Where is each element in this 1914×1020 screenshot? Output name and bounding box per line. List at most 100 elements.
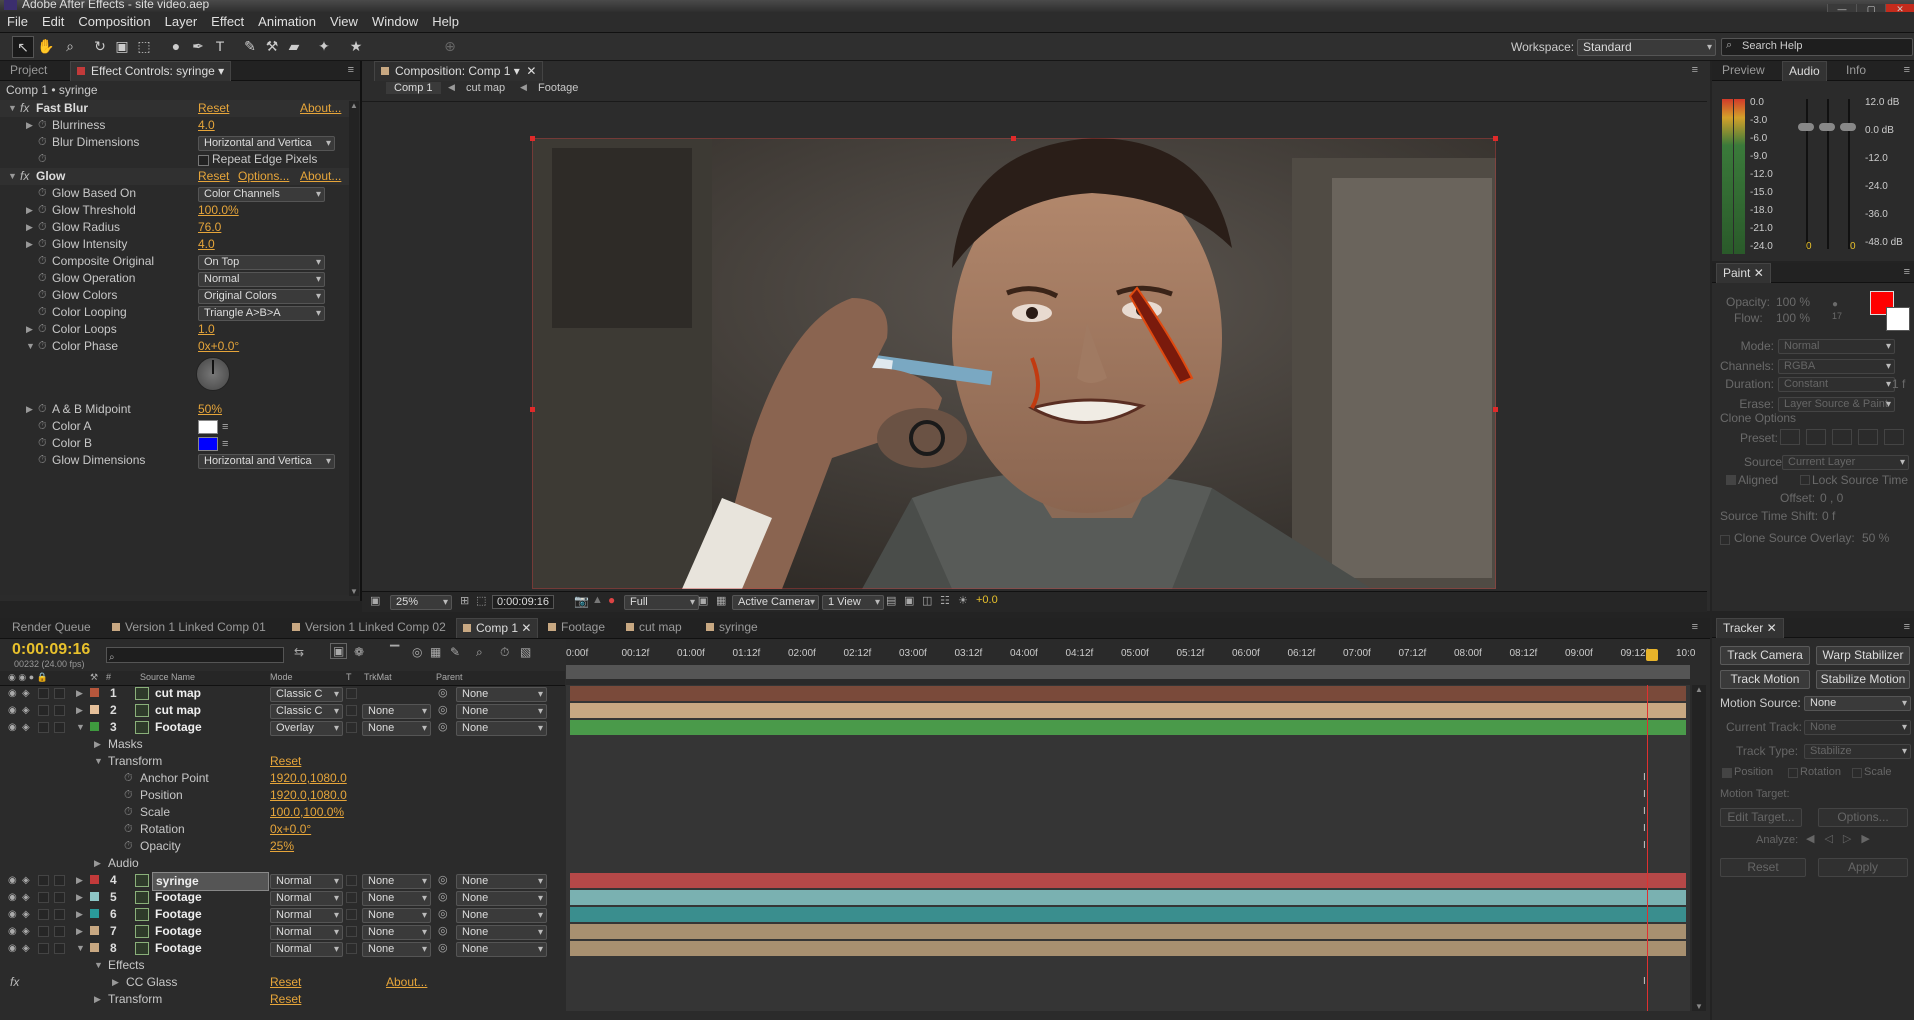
paint-row-dropdown[interactable]: RGBA bbox=[1778, 359, 1895, 374]
transform-handle[interactable] bbox=[1493, 136, 1498, 141]
color-phase-dial[interactable] bbox=[196, 357, 230, 391]
clone-stamp-tool-icon[interactable]: ⚒ bbox=[262, 36, 282, 56]
effects-group-row[interactable]: ▼ Effects bbox=[0, 957, 565, 974]
timeline-tab[interactable]: Version 1 Linked Comp 02 bbox=[286, 618, 452, 637]
rotation-checkbox[interactable] bbox=[1788, 768, 1798, 778]
pickwhip-icon[interactable]: ◎ bbox=[438, 889, 448, 906]
tab-tracker[interactable]: Tracker ✕ bbox=[1716, 618, 1784, 638]
prop-dropdown[interactable]: Horizontal and Vertica bbox=[198, 454, 335, 469]
blend-mode-dropdown[interactable]: Overlay bbox=[270, 721, 343, 736]
blend-mode-dropdown[interactable]: Normal bbox=[270, 925, 343, 940]
col-mode[interactable]: Mode bbox=[270, 672, 293, 682]
solo-switch[interactable] bbox=[38, 926, 49, 937]
menu-composition[interactable]: Composition bbox=[71, 12, 157, 31]
timeline-search-input[interactable]: ⌕ bbox=[106, 647, 284, 663]
layer-duration-bar[interactable] bbox=[570, 924, 1686, 939]
current-track-dropdown[interactable]: None bbox=[1804, 720, 1911, 735]
selection-tool-icon[interactable]: ↖ bbox=[12, 36, 34, 58]
track-type-dropdown[interactable]: Stabilize bbox=[1804, 744, 1911, 759]
prop-value[interactable]: 4.0 bbox=[198, 117, 215, 134]
effect-glow[interactable]: ▼ fx Glow Reset Options... About... bbox=[0, 168, 356, 185]
graph-icon[interactable]: ▧ bbox=[520, 645, 531, 659]
layer-name[interactable]: Footage bbox=[152, 923, 267, 940]
auto-keyframe-icon[interactable]: ✎ bbox=[450, 645, 460, 659]
audio-speaker-icon[interactable]: ◈ bbox=[22, 940, 30, 957]
audio-speaker-icon[interactable]: ◈ bbox=[22, 685, 30, 702]
transform-handle[interactable] bbox=[530, 136, 535, 141]
visibility-eye-icon[interactable]: ◉ bbox=[8, 906, 17, 923]
audio-speaker-icon[interactable]: ◈ bbox=[22, 702, 30, 719]
solo-switch[interactable] bbox=[38, 705, 49, 716]
prop-value[interactable]: 4.0 bbox=[198, 236, 215, 253]
stopwatch-icon[interactable]: ⏱ bbox=[38, 418, 47, 435]
tab-composition[interactable]: Composition: Comp 1 ▾ ✕ bbox=[374, 61, 544, 81]
transform-reset-link[interactable]: Reset bbox=[270, 991, 301, 1008]
transform-handle[interactable] bbox=[530, 407, 535, 412]
scale-checkbox[interactable] bbox=[1852, 768, 1862, 778]
property-value[interactable]: 0x+0.0° bbox=[270, 821, 311, 838]
options-link[interactable]: Options... bbox=[238, 168, 289, 185]
trkmat-dropdown[interactable]: None bbox=[362, 908, 431, 923]
layer-duration-bar[interactable] bbox=[570, 720, 1686, 735]
preserve-transparency[interactable] bbox=[346, 892, 357, 903]
pickwhip-icon[interactable]: ◎ bbox=[438, 702, 448, 719]
work-area-bar[interactable] bbox=[566, 665, 1690, 679]
about-link[interactable]: About... bbox=[300, 100, 341, 117]
comp-mini-flowchart-icon[interactable]: ⇆ bbox=[294, 645, 304, 659]
reset-link[interactable]: Reset bbox=[198, 168, 229, 185]
stopwatch-icon[interactable]: ⏱ bbox=[38, 253, 47, 270]
stopwatch-icon[interactable]: ⏱ bbox=[38, 202, 47, 219]
visibility-eye-icon[interactable]: ◉ bbox=[8, 719, 17, 736]
audio-slider-track[interactable] bbox=[1806, 99, 1808, 249]
tracker-reset-button[interactable]: Reset bbox=[1720, 858, 1806, 877]
layer-duration-bar[interactable] bbox=[570, 907, 1686, 922]
puppet-tool-icon[interactable]: ★ bbox=[346, 36, 366, 56]
keyframe-marker[interactable]: I bbox=[1643, 840, 1646, 851]
trkmat-dropdown[interactable]: None bbox=[362, 704, 431, 719]
pan-behind-tool-icon[interactable]: ⬚ bbox=[134, 36, 154, 56]
stopwatch-icon[interactable]: ⏱ bbox=[38, 321, 47, 338]
trkmat-dropdown[interactable]: None bbox=[362, 942, 431, 957]
layer-row[interactable]: ◉◈▼8FootageNormalNone◎None bbox=[0, 940, 565, 957]
rotate-tool-icon[interactable]: ↻ bbox=[90, 36, 110, 56]
layer-duration-bar[interactable] bbox=[570, 686, 1686, 701]
maximize-button[interactable]: ▢ bbox=[1856, 4, 1885, 12]
stopwatch-icon[interactable]: ⏱ bbox=[38, 236, 47, 253]
breadcrumb-comp1[interactable]: Comp 1 bbox=[386, 82, 441, 94]
tracker-options-button[interactable]: Options... bbox=[1818, 808, 1908, 827]
menu-help[interactable]: Help bbox=[425, 12, 466, 31]
visibility-eye-icon[interactable]: ◉ bbox=[8, 923, 17, 940]
tracker-apply-button[interactable]: Apply bbox=[1818, 858, 1908, 877]
stopwatch-icon[interactable]: ⏱ bbox=[38, 338, 47, 355]
layer-name[interactable]: Footage bbox=[152, 719, 267, 736]
lock-source-checkbox[interactable] bbox=[1800, 475, 1810, 485]
layer-row[interactable]: ◉◈▶5FootageNormalNone◎None bbox=[0, 889, 565, 906]
menu-window[interactable]: Window bbox=[365, 12, 425, 31]
trkmat-dropdown[interactable]: None bbox=[362, 721, 431, 736]
lock-switch[interactable] bbox=[54, 909, 65, 920]
safe-margins-icon[interactable]: ⊞ bbox=[460, 594, 469, 607]
exposure-value[interactable]: +0.0 bbox=[976, 594, 998, 606]
prop-value[interactable]: 100.0% bbox=[198, 202, 239, 219]
property-value[interactable]: 100.0,100.0% bbox=[270, 804, 344, 821]
timeline-scrollbar[interactable]: ▲ ▼ bbox=[1692, 685, 1706, 1011]
flow-value[interactable]: 100 % bbox=[1776, 311, 1810, 325]
parent-dropdown[interactable]: None bbox=[456, 891, 547, 906]
comp-timecode[interactable]: 0:00:09:16 bbox=[492, 595, 554, 609]
keyframe-marker[interactable]: I bbox=[1643, 823, 1646, 834]
reset-link[interactable]: Reset bbox=[198, 100, 229, 117]
transparency-grid-icon[interactable]: ▦ bbox=[716, 594, 726, 607]
layer-name[interactable]: Footage bbox=[152, 889, 267, 906]
prop-dropdown[interactable]: Normal bbox=[198, 272, 325, 287]
preserve-transparency[interactable] bbox=[346, 705, 357, 716]
stopwatch-icon[interactable]: ⏱ bbox=[38, 452, 47, 469]
exposure-icon[interactable]: ☀ bbox=[958, 594, 968, 607]
camera-tool-icon[interactable]: ▣ bbox=[112, 36, 132, 56]
lock-switch[interactable] bbox=[54, 926, 65, 937]
prop-value[interactable]: 1.0 bbox=[198, 321, 215, 338]
menu-animation[interactable]: Animation bbox=[251, 12, 323, 31]
timeline-tab[interactable]: cut map bbox=[620, 618, 688, 637]
preserve-transparency[interactable] bbox=[346, 943, 357, 954]
audio-slider-left[interactable] bbox=[1798, 123, 1814, 131]
label-color[interactable] bbox=[90, 705, 99, 714]
